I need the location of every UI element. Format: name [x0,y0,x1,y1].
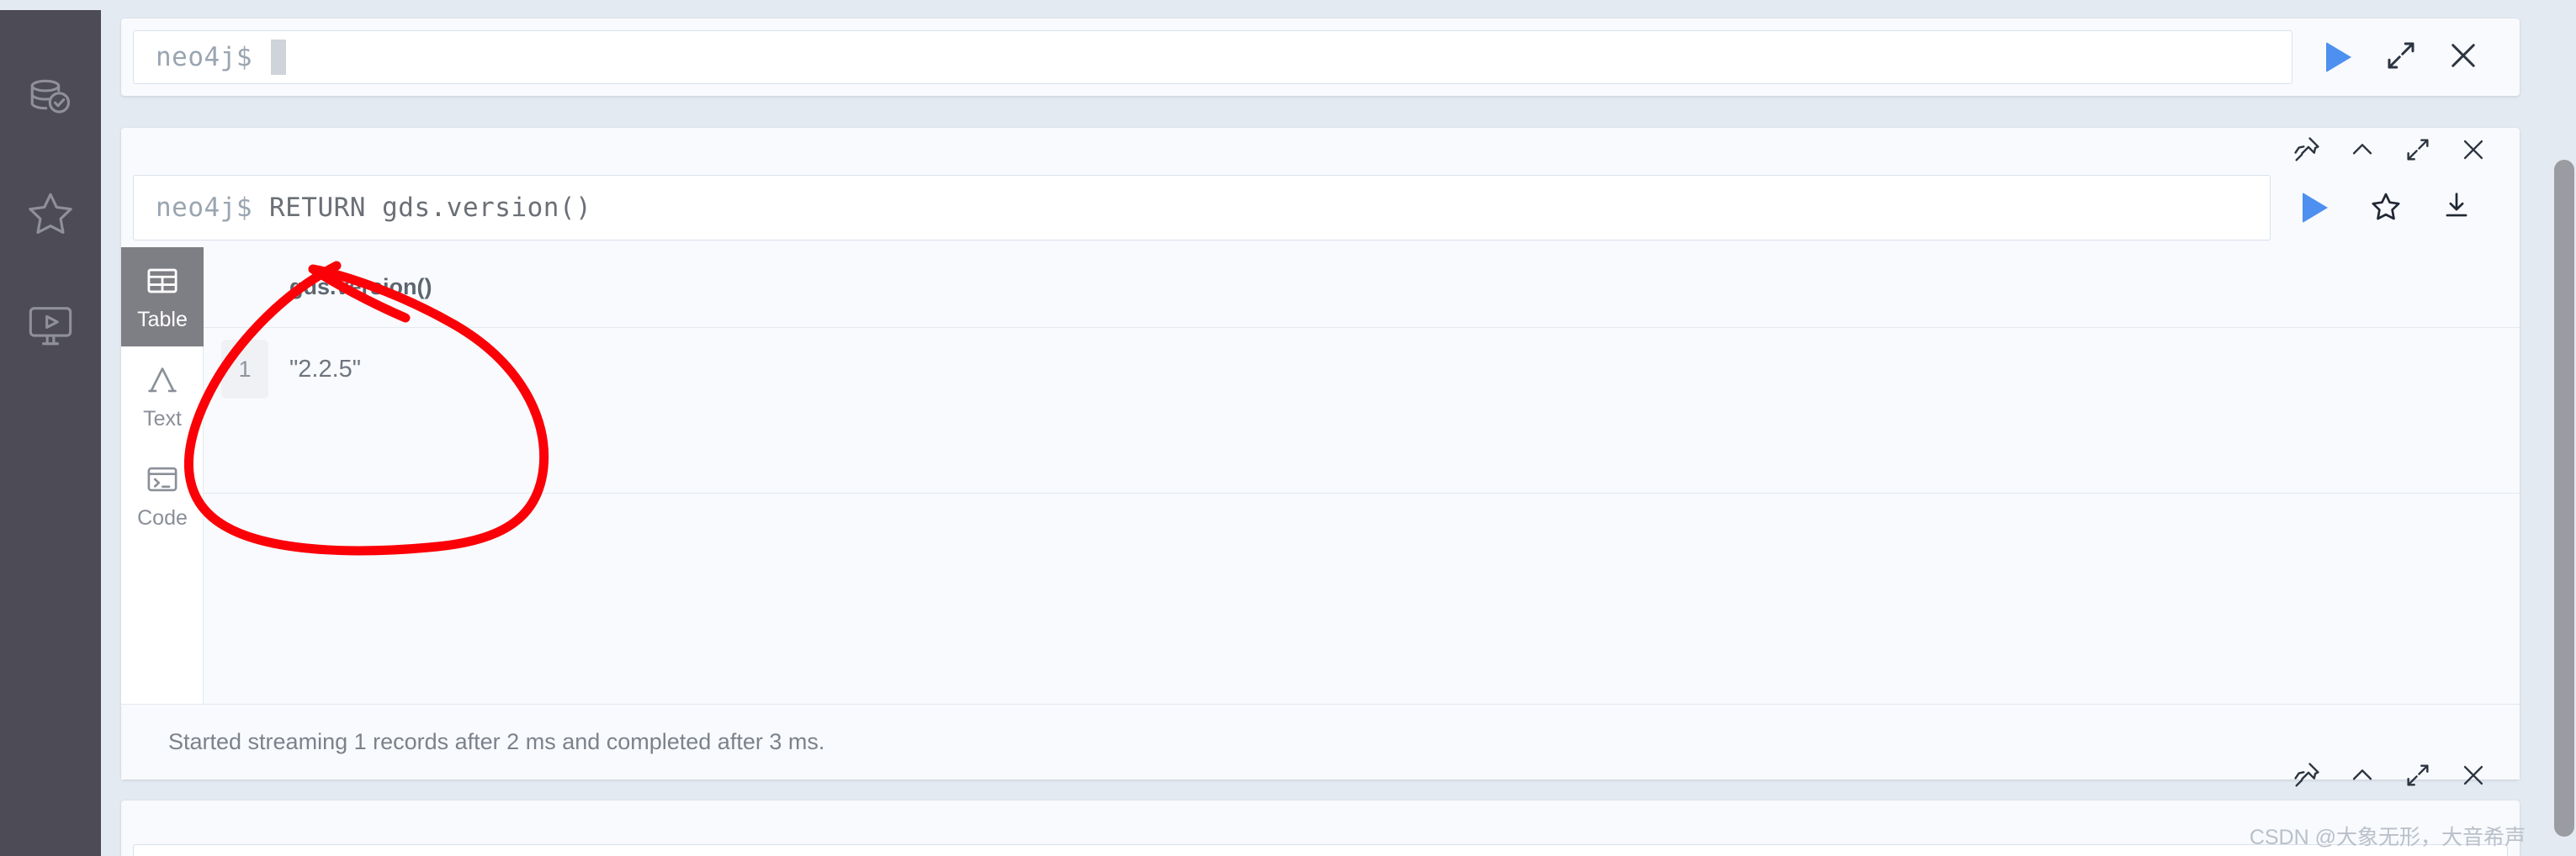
result-editor-actions [2271,175,2508,240]
run-query-button[interactable] [2308,26,2370,88]
tab-text[interactable]: Text [121,346,204,446]
text-a-icon [145,362,180,402]
collapse-frame-button[interactable] [2336,755,2388,799]
expand-editor-button[interactable] [2370,26,2432,88]
play-icon [2326,42,2351,72]
neo4j-browser-window: neo4j$ neo4j$ RETURN gds.version() Table… [0,0,2576,856]
pin-icon [2292,761,2321,794]
table-row: 1 "2.2.5" [204,328,2520,410]
expand-frame-button[interactable] [2392,755,2444,799]
result-body: Table Text Code gds.version() 1 "2.2.5" [121,247,2520,704]
play-icon [2303,193,2328,223]
main-editor-frame: neo4j$ [121,18,2520,96]
bottom-frame [121,762,2520,856]
workspace-scrollbar-thumb[interactable] [2554,160,2574,837]
table-row-divider [204,493,2520,494]
tab-table-label: Table [137,308,188,331]
close-icon [2459,135,2488,168]
close-icon [2459,761,2488,794]
result-view-tabs: Table Text Code [121,247,204,704]
bottom-editor-row [133,804,2508,856]
close-frame-button[interactable] [2447,129,2499,173]
pin-frame-button[interactable] [2281,755,2333,799]
expand-frame-button[interactable] [2392,129,2444,173]
cypher-editor-input[interactable]: neo4j$ [133,30,2292,84]
pin-icon [2292,135,2321,168]
monitor-play-icon [26,301,75,350]
pin-frame-button[interactable] [2281,129,2333,173]
table-column-header: gds.version() [289,274,432,299]
result-query-input[interactable]: neo4j$ RETURN gds.version() [133,175,2271,240]
expand-icon [2404,761,2432,794]
tab-code-label: Code [137,506,188,530]
table-header-row: gds.version() [204,247,2520,328]
close-frame-button[interactable] [2447,755,2499,799]
collapse-frame-button[interactable] [2336,129,2388,173]
table-cell-value: "2.2.5" [289,355,362,383]
tab-text-label: Text [143,407,182,431]
workspace-scrollbar-track[interactable] [2552,0,2576,856]
editor-prompt: neo4j$ [156,42,252,72]
status-text: Started streaming 1 records after 2 ms a… [168,729,825,754]
tab-code[interactable]: Code [121,446,204,545]
download-icon [2441,190,2473,226]
rerun-query-button[interactable] [2284,177,2346,239]
result-frame: neo4j$ RETURN gds.version() Table Text C… [121,128,2520,779]
database-check-icon [26,76,75,124]
result-editor-row: neo4j$ RETURN gds.version() [133,175,2508,240]
table-row-number: 1 [204,339,286,399]
chevron-up-icon [2348,761,2377,794]
table-icon [145,263,180,303]
main-editor-row: neo4j$ [121,18,2520,96]
expand-icon [2383,38,2419,77]
main-editor-actions [2292,18,2520,96]
close-icon [2446,38,2481,77]
result-table: gds.version() 1 "2.2.5" [204,247,2520,704]
bottom-query-input[interactable] [133,844,2508,856]
favorite-query-button[interactable] [2355,177,2417,239]
tab-table[interactable]: Table [121,247,204,346]
expand-icon [2404,135,2432,168]
chevron-up-icon [2348,135,2377,168]
sidebar-item-database-information[interactable] [0,44,101,156]
editor-caret [270,40,286,75]
bottom-frame-titlebar [121,753,2520,801]
close-editor-button[interactable] [2432,26,2494,88]
csdn-watermark: CSDN @大象无形，大音希声 [2249,826,2526,849]
result-editor-prompt: neo4j$ [156,193,252,223]
sidebar-item-favorites[interactable] [0,156,101,269]
sidebar-item-guides[interactable] [0,269,101,382]
download-result-button[interactable] [2425,177,2488,239]
code-terminal-icon [145,462,180,501]
result-query-text: RETURN gds.version() [268,193,592,223]
star-icon [26,188,75,237]
star-outline-icon [2370,190,2402,226]
workspace-stream: neo4j$ neo4j$ RETURN gds.version() Table… [101,0,2576,856]
result-frame-titlebar [121,128,2520,175]
left-sidebar [0,10,101,856]
